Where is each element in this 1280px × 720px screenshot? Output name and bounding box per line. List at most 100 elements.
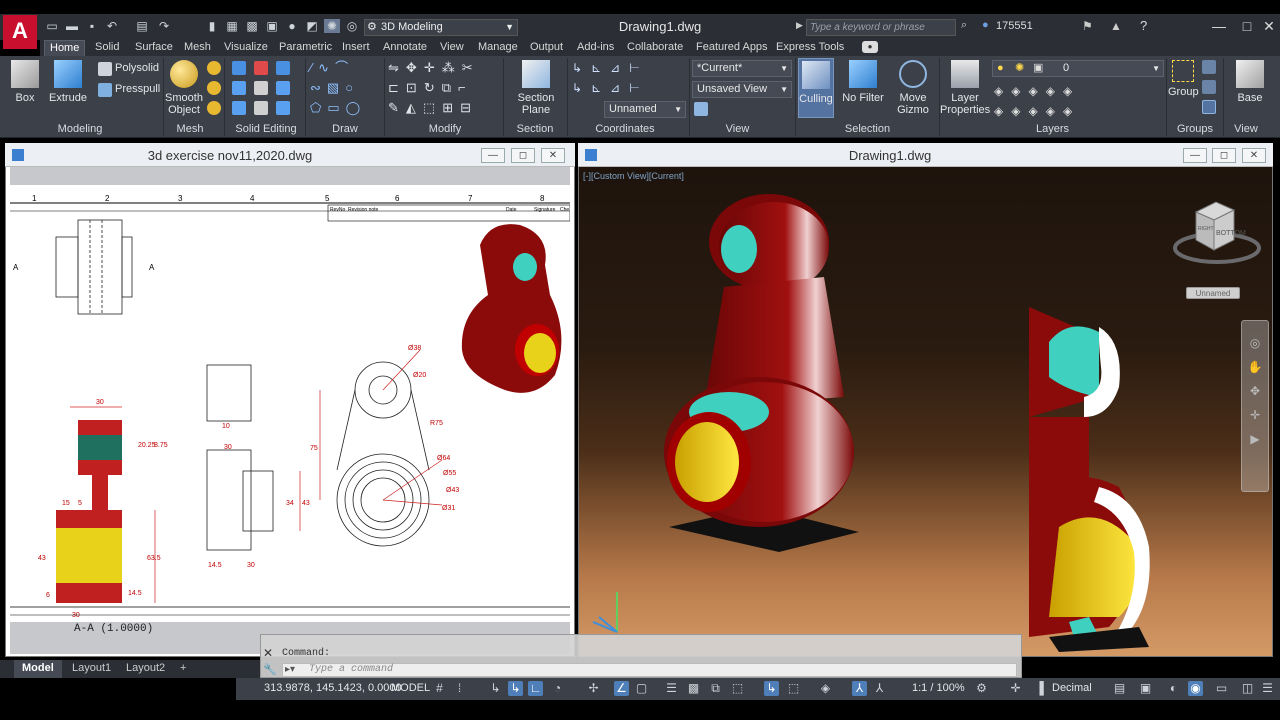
circle-icon[interactable]: ○ [345, 80, 359, 95]
print-icon[interactable]: ▣ [264, 19, 280, 33]
arc-icon[interactable]: ⌒ [335, 60, 354, 75]
new-icon[interactable]: ▭ [44, 19, 60, 33]
tab-output[interactable]: Output [525, 40, 568, 56]
cart-icon[interactable]: ⚑ [1082, 19, 1093, 33]
ucs-3point-icon[interactable]: ⊢ [629, 81, 648, 95]
add-layout-button[interactable]: + [172, 660, 194, 678]
extract-edges-icon[interactable] [276, 81, 290, 95]
box-button[interactable]: Box [8, 60, 42, 104]
fillet-icon[interactable]: ⌐ [458, 80, 473, 95]
panel-label-section[interactable]: Section [505, 123, 565, 137]
pan-icon[interactable]: ✋ [1242, 355, 1268, 379]
toolbar-icon[interactable]: ▮ [204, 19, 220, 33]
close-icon[interactable]: ✕ [263, 646, 273, 660]
polysolid-button[interactable]: Polysolid [115, 62, 159, 74]
search-input[interactable]: Type a keyword or phrase [806, 19, 956, 36]
viewcube[interactable]: BOTTOM RIGHT [1172, 200, 1262, 270]
lineweight-icon[interactable]: ☰ [664, 681, 679, 696]
ucs-origin-icon[interactable]: ⊿ [610, 61, 629, 75]
units-dropdown[interactable]: Decimal [1052, 682, 1092, 694]
snap-icon[interactable]: ⁞ [452, 681, 467, 696]
layer-properties-button[interactable]: Layer Properties [940, 60, 990, 116]
trim-icon[interactable]: ✂ [462, 60, 480, 75]
layer-tool-7-icon[interactable]: ◈ [1011, 104, 1028, 118]
tab-add-ins[interactable]: Add-ins [572, 40, 619, 56]
shell-icon[interactable] [232, 101, 246, 115]
modify-tools[interactable]: ⇋✥✛⁂✂ ⊏⊡↻⧉⌐ ✎◭⬚⊞⊟ [388, 58, 498, 122]
minimize-button[interactable]: — [481, 148, 505, 163]
panel-label-view[interactable]: View [715, 123, 760, 137]
no-filter-button[interactable]: No Filter [840, 60, 886, 104]
ucs-menu[interactable]: Unnamed [1186, 287, 1240, 299]
base-button[interactable]: Base [1232, 60, 1268, 104]
transparency-icon[interactable]: ▩ [686, 681, 701, 696]
annotation-scale[interactable]: 1:1 / 100% [912, 682, 965, 694]
isolate-icon[interactable]: ◐ [1166, 681, 1181, 696]
tab-parametric[interactable]: Parametric [274, 40, 337, 56]
tab-collaborate[interactable]: Collaborate [622, 40, 688, 56]
undo-icon[interactable]: ↶ [104, 19, 120, 33]
layer-dropdown[interactable]: ● ✺ ▣ 0 ▼ [992, 60, 1164, 77]
sun-icon[interactable]: ✺ [324, 19, 340, 33]
rectangle-icon[interactable]: ▭ [327, 100, 345, 115]
smooth-object-button[interactable]: Smooth Object [165, 60, 203, 116]
image-icon[interactable]: ◩ [304, 19, 320, 33]
infer-icon[interactable]: ↳ [488, 681, 503, 696]
draw-tools[interactable]: ⁄∿⌒ ∾▧○ ⬠▭◯ [310, 58, 382, 122]
workspace-dropdown[interactable]: ⚙ 3D Modeling ▼ [364, 19, 518, 36]
zoom-icon[interactable]: ✥ [1242, 379, 1268, 403]
presspull-button[interactable]: Presspull [115, 83, 160, 95]
selection-cycling-icon[interactable]: ⧉ [708, 681, 723, 696]
tab-view[interactable]: View [435, 40, 469, 56]
application-menu-button[interactable]: A [3, 15, 37, 49]
layer-tool-9-icon[interactable]: ◈ [1046, 104, 1063, 118]
culling-button[interactable]: Culling [798, 58, 834, 118]
layer-tool-2-icon[interactable]: ◈ [1011, 84, 1028, 98]
layer-tool-1-icon[interactable]: ◈ [994, 84, 1011, 98]
ungroup-icon[interactable] [1202, 60, 1216, 74]
units-icon[interactable]: ▐ [1032, 681, 1047, 696]
subtract-icon[interactable] [254, 61, 268, 75]
ucs-z-icon[interactable]: ⊢ [629, 61, 648, 75]
panel-label-coordinates[interactable]: Coordinates [590, 123, 660, 137]
close-button[interactable]: ✕ [541, 148, 565, 163]
close-button[interactable]: ✕ [1258, 16, 1280, 36]
scale-icon[interactable]: ◭ [406, 100, 423, 115]
ucs-tools[interactable]: ↳⊾⊿⊢ ↳⊾⊿⊢ [572, 58, 687, 103]
ucs-object-icon[interactable]: ⊾ [591, 81, 610, 95]
gizmo-icon[interactable]: ◈ [818, 681, 833, 696]
intersect-icon[interactable] [276, 61, 290, 75]
array-icon[interactable]: ⁂ [442, 60, 462, 75]
lock-ui-icon[interactable]: ▣ [1138, 681, 1153, 696]
restore-button[interactable]: ◻ [511, 148, 535, 163]
coordinates-readout[interactable]: 313.9878, 145.1423, 0.0000 [264, 682, 402, 694]
dynamic-input-icon[interactable]: ↳ [764, 681, 779, 696]
tab-manage[interactable]: Manage [473, 40, 523, 56]
interfere-icon[interactable] [254, 81, 268, 95]
autoscale-icon[interactable]: ⅄ [872, 681, 887, 696]
panel-label-draw[interactable]: Draw [320, 123, 370, 137]
gear-icon[interactable]: ⚙ [974, 681, 989, 696]
grid-icon[interactable]: # [432, 681, 447, 696]
showmotion-icon[interactable]: ▶ [1242, 427, 1268, 451]
layer-tool-4-icon[interactable]: ◈ [1046, 84, 1063, 98]
mesh-smooth-more-icon[interactable] [207, 61, 221, 75]
maximize-button[interactable]: □ [1236, 16, 1258, 36]
isodraft-icon[interactable]: ✢ [586, 681, 601, 696]
fillet-edge-icon[interactable] [254, 101, 268, 115]
tab-express-tools[interactable]: Express Tools [771, 40, 849, 56]
group-select-icon[interactable] [1202, 100, 1216, 114]
tab-home[interactable]: Home [44, 40, 86, 56]
visual-style-dropdown[interactable]: *Current* ▼ [692, 60, 792, 77]
polygon-icon[interactable]: ⬠ [310, 100, 327, 115]
move-gizmo-button[interactable]: Move Gizmo [893, 60, 933, 116]
quick-properties-icon[interactable]: ▤ [1112, 681, 1127, 696]
render-icon[interactable]: ● [284, 19, 300, 33]
save-icon[interactable]: ▪ [84, 19, 100, 33]
steering-wheel-icon[interactable]: ◎ [1242, 331, 1268, 355]
erase-icon[interactable]: ✎ [388, 100, 406, 115]
binoculars-icon[interactable]: ⌕ [961, 19, 967, 32]
polar-icon[interactable]: ◔ [550, 681, 565, 696]
plus-icon[interactable]: ✛ [1008, 681, 1023, 696]
light-icon[interactable]: ◎ [344, 19, 360, 33]
